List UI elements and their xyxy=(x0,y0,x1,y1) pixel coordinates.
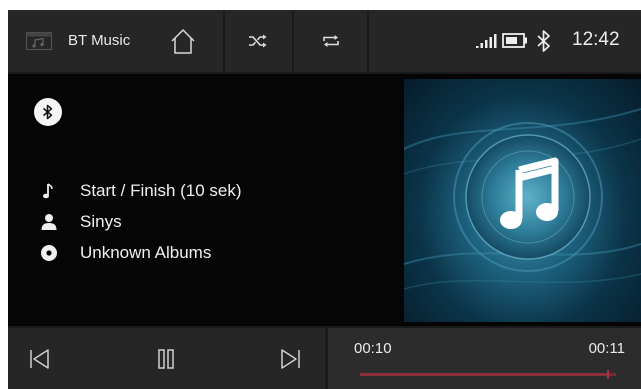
battery-icon xyxy=(502,33,527,48)
total-time: 00:11 xyxy=(588,340,625,357)
artist-name: Sinys xyxy=(80,212,122,231)
bluetooth-source-badge xyxy=(34,98,62,126)
playback-controls xyxy=(8,328,325,389)
repeat-icon xyxy=(323,35,339,47)
track-title: Start / Finish (10 sek) xyxy=(80,181,242,200)
seek-bar-handle[interactable] xyxy=(607,370,610,379)
app-header: BT Music xyxy=(8,10,223,72)
bt-music-screen: BT Music 12:42 Start / Finish (10 sek) S… xyxy=(8,10,641,389)
elapsed-time: 00:10 xyxy=(354,340,392,357)
person-icon xyxy=(41,214,57,230)
music-folder-icon xyxy=(26,32,52,50)
album-art xyxy=(404,79,641,322)
bluetooth-icon xyxy=(537,30,550,52)
album-art-graphic xyxy=(404,108,641,290)
bluetooth-icon xyxy=(43,104,53,120)
home-icon[interactable] xyxy=(168,27,198,55)
seek-bar-fill xyxy=(360,373,609,376)
signal-icon xyxy=(476,34,497,48)
shuffle-button[interactable] xyxy=(225,10,292,72)
disc-icon xyxy=(41,245,57,261)
status-time: 12:42 xyxy=(572,29,620,50)
pause-icon[interactable] xyxy=(152,346,180,372)
skip-previous-icon[interactable] xyxy=(26,346,54,372)
seek-bar[interactable] xyxy=(360,370,616,379)
album-name: Unknown Albums xyxy=(80,243,212,262)
shuffle-icon xyxy=(249,34,267,48)
music-note-icon xyxy=(43,183,53,199)
top-bar: BT Music 12:42 xyxy=(8,10,641,72)
skip-next-icon[interactable] xyxy=(276,346,304,372)
progress-panel: 00:10 00:11 xyxy=(328,328,641,389)
app-title: BT Music xyxy=(68,32,131,49)
repeat-button[interactable] xyxy=(294,10,367,72)
status-bar: 12:42 xyxy=(369,10,641,72)
now-playing-panel: Start / Finish (10 sek) Sinys Unknown Al… xyxy=(8,74,641,326)
